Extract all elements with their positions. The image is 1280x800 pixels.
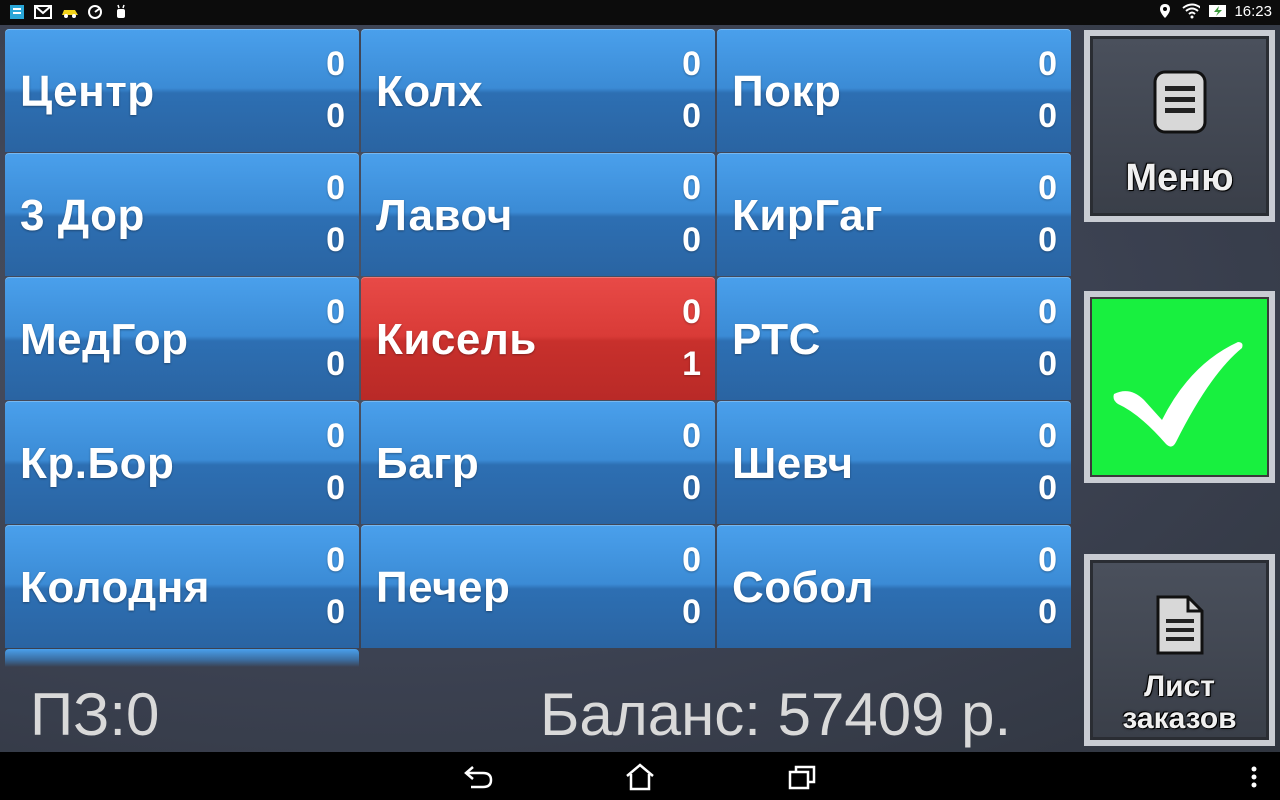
document-icon — [1154, 593, 1206, 661]
district-tile-count-top: 0 — [1038, 45, 1057, 83]
home-icon[interactable] — [622, 762, 658, 792]
district-tile-count-bottom: 0 — [1038, 221, 1057, 259]
district-tile[interactable]: Печер 0 0 — [361, 525, 715, 648]
district-tile-count-bottom: 0 — [682, 469, 701, 507]
district-tile-name: Колх — [376, 67, 484, 116]
checkmark-icon — [1110, 334, 1250, 458]
district-tile-name: КирГаг — [732, 191, 883, 240]
district-tile-count-top: 0 — [326, 293, 345, 331]
district-tile-name: Печер — [376, 563, 511, 612]
confirm-button-face — [1090, 297, 1269, 477]
district-tile[interactable]: РТС 0 0 — [717, 277, 1071, 400]
menu-button[interactable]: Меню — [1084, 30, 1275, 222]
district-tile-count-top: 0 — [326, 169, 345, 207]
district-tile-name: Центр — [20, 67, 155, 116]
district-tile-count-top: 0 — [682, 169, 701, 207]
district-tile-name: Багр — [376, 439, 480, 488]
district-tile-count-bottom: 1 — [682, 345, 701, 383]
district-tile-count-bottom: 0 — [682, 593, 701, 631]
district-tile[interactable]: Кр.Бор 0 0 — [5, 401, 359, 524]
district-tile-name: Шевч — [732, 439, 854, 488]
district-tile-name: Кр.Бор — [20, 439, 175, 488]
district-tile-count-bottom: 0 — [326, 221, 345, 259]
district-tile-count-top: 0 — [682, 293, 701, 331]
district-tile-count-top: 0 — [326, 541, 345, 579]
taxi-icon — [60, 3, 78, 21]
menu-icon — [1152, 69, 1208, 139]
app-icon — [8, 3, 26, 21]
recent-apps-icon[interactable] — [784, 762, 820, 792]
district-tile-count-top: 0 — [682, 417, 701, 455]
district-tile[interactable]: Колх 0 0 — [361, 29, 715, 152]
district-tile-name: 3 Дор — [20, 191, 145, 240]
wifi-icon — [1182, 2, 1201, 20]
android-debug-icon — [112, 3, 130, 21]
district-tile-name: Кисель — [376, 315, 537, 364]
navigation-bar — [0, 752, 1280, 800]
district-tile-name: МедГор — [20, 315, 189, 364]
battery-charging-icon — [1208, 2, 1227, 20]
orders-list-button-face: Лист заказов — [1090, 560, 1269, 740]
district-tile[interactable]: Центр 0 0 — [5, 29, 359, 152]
confirm-button[interactable] — [1084, 291, 1275, 483]
district-tile-count-bottom: 0 — [1038, 593, 1057, 631]
balance-text: Баланс: 57409 р. — [540, 681, 1012, 748]
district-tile[interactable]: МедГор 0 0 — [5, 277, 359, 400]
district-tile[interactable]: КирГаг 0 0 — [717, 153, 1071, 276]
pz-counter: ПЗ:0 — [30, 681, 160, 748]
district-tile-count-top: 0 — [1038, 293, 1057, 331]
district-tile-count-top: 0 — [682, 541, 701, 579]
district-tile-count-bottom: 0 — [1038, 97, 1057, 135]
district-tile-count-bottom: 0 — [326, 469, 345, 507]
overflow-menu-icon[interactable] — [1236, 762, 1272, 792]
district-tile-name: Лавоч — [376, 191, 513, 240]
menu-button-label: Меню — [1125, 157, 1234, 199]
menu-button-face: Меню — [1090, 36, 1269, 216]
orders-list-label-line2: заказов — [1122, 702, 1237, 735]
district-tile-count-bottom: 0 — [326, 593, 345, 631]
district-tile-name: Покр — [732, 67, 842, 116]
district-tile-count-top: 0 — [682, 45, 701, 83]
district-tile[interactable]: Шевч 0 0 — [717, 401, 1071, 524]
district-tile[interactable]: Собол 0 0 — [717, 525, 1071, 648]
district-tile-count-top: 0 — [1038, 541, 1057, 579]
district-tile[interactable]: Покр 0 0 — [717, 29, 1071, 152]
district-tile-count-top: 0 — [1038, 417, 1057, 455]
district-tile-count-bottom: 0 — [1038, 345, 1057, 383]
orders-list-button[interactable]: Лист заказов — [1084, 554, 1275, 746]
district-tile-count-bottom: 0 — [682, 97, 701, 135]
district-tile-count-top: 0 — [326, 45, 345, 83]
district-tile-name: Собол — [732, 563, 875, 612]
main-area: Центр 0 0 Колх 0 0 Покр 0 0 3 Дор 0 0 Лавоч 0 0 КирГаг 0… — [0, 25, 1280, 752]
district-tile[interactable]: Багр 0 0 — [361, 401, 715, 524]
district-tile[interactable]: 3 Дор 0 0 — [5, 153, 359, 276]
speedometer-icon — [86, 3, 104, 21]
district-tile-count-top: 0 — [326, 417, 345, 455]
clock: 16:23 — [1234, 2, 1272, 20]
district-tile[interactable]: Лавоч 0 0 — [361, 153, 715, 276]
district-tile-count-top: 0 — [1038, 169, 1057, 207]
back-icon[interactable] — [460, 762, 496, 792]
status-bar: 16:23 — [0, 0, 1280, 25]
district-tile-count-bottom: 0 — [1038, 469, 1057, 507]
orders-list-label: Лист заказов — [1093, 671, 1266, 735]
district-tile-name: Колодня — [20, 563, 210, 612]
orders-list-label-line1: Лист — [1144, 670, 1215, 703]
district-tile-count-bottom: 0 — [682, 221, 701, 259]
district-grid: Центр 0 0 Колх 0 0 Покр 0 0 3 Дор 0 0 Лавоч 0 0 КирГаг 0… — [5, 29, 1071, 648]
district-tile-count-bottom: 0 — [326, 97, 345, 135]
district-tile[interactable]: Кисель 0 1 — [361, 277, 715, 400]
tile-partial[interactable] — [5, 649, 359, 667]
district-tile-name: РТС — [732, 315, 821, 364]
gmail-icon — [34, 3, 52, 21]
district-tile-count-bottom: 0 — [326, 345, 345, 383]
district-tile[interactable]: Колодня 0 0 — [5, 525, 359, 648]
location-icon — [1156, 2, 1174, 20]
